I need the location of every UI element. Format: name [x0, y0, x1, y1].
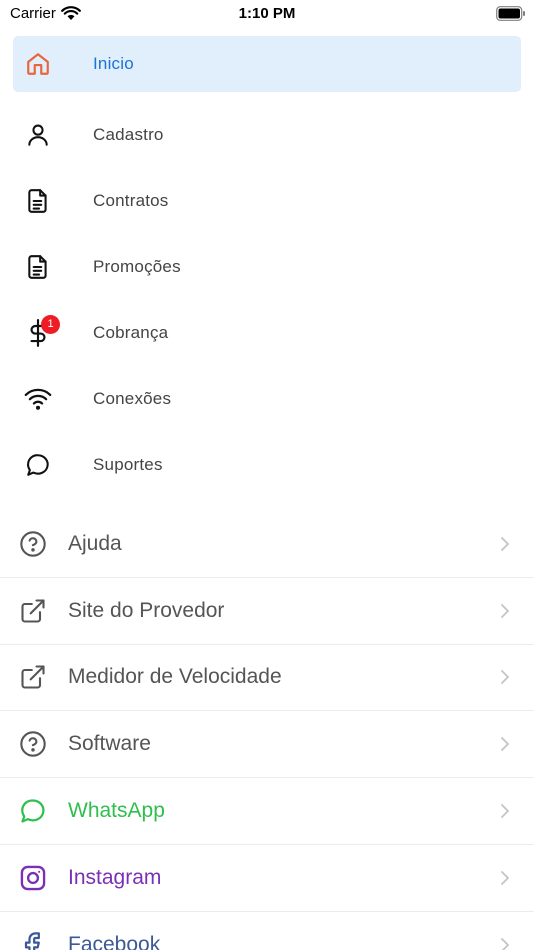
link-row-facebook[interactable]: Facebook — [0, 912, 534, 950]
menu-item-inicio[interactable]: Inicio — [13, 36, 521, 92]
user-icon — [23, 120, 53, 150]
facebook-icon — [18, 930, 48, 950]
menu-item-label: Conexões — [93, 389, 172, 408]
status-time: 1:10 PM — [238, 5, 296, 22]
menu-item-label: Cobrança — [93, 323, 169, 342]
help-circle-icon — [18, 529, 48, 559]
link-label: Facebook — [68, 932, 161, 950]
menu-item-contratos[interactable]: Contratos — [0, 168, 534, 234]
instagram-icon — [18, 863, 48, 893]
chat-icon — [23, 450, 53, 480]
whatsapp-icon — [18, 796, 48, 826]
status-bar: Carrier 1:10 PM — [0, 0, 534, 28]
menu-item-label: Inicio — [93, 54, 134, 73]
menu-item-cobranca[interactable]: 1 Cobrança — [0, 300, 534, 366]
side-menu: Inicio Cadastro Contratos Promoções 1 Co… — [0, 36, 534, 498]
external-link-icon — [18, 596, 48, 626]
menu-item-label: Promoções — [93, 257, 181, 276]
menu-item-promocoes[interactable]: Promoções — [0, 234, 534, 300]
link-label: Ajuda — [68, 531, 122, 555]
chevron-right-icon — [501, 937, 509, 950]
menu-item-label: Cadastro — [93, 125, 164, 144]
link-row-medidor-de-velocidade[interactable]: Medidor de Velocidade — [0, 645, 534, 712]
chevron-right-icon — [501, 603, 509, 618]
external-link-icon — [18, 662, 48, 692]
chevron-right-icon — [501, 670, 509, 685]
menu-item-conexoes[interactable]: Conexões — [0, 366, 534, 432]
link-row-whatsapp[interactable]: WhatsApp — [0, 778, 534, 845]
dollar-icon: 1 — [23, 315, 60, 348]
menu-item-label: Suportes — [93, 455, 163, 474]
chevron-right-icon — [501, 870, 509, 885]
home-icon — [23, 49, 53, 79]
link-row-instagram[interactable]: Instagram — [0, 845, 534, 912]
links-list: Ajuda Site do Provedor Medidor de Veloci… — [0, 511, 534, 950]
link-row-site-do-provedor[interactable]: Site do Provedor — [0, 578, 534, 645]
document-icon — [23, 186, 53, 216]
menu-item-label: Contratos — [93, 191, 169, 210]
chevron-right-icon — [501, 536, 509, 551]
chevron-right-icon — [501, 804, 509, 818]
link-label: Site do Provedor — [68, 598, 225, 622]
link-row-software[interactable]: Software — [0, 711, 534, 779]
chevron-right-icon — [501, 737, 509, 752]
link-label: Software — [68, 732, 151, 756]
notification-badge: 1 — [41, 315, 60, 334]
document-icon — [23, 252, 53, 282]
help-circle-icon — [18, 729, 48, 759]
menu-item-suportes[interactable]: Suportes — [0, 432, 534, 498]
battery-icon — [496, 6, 525, 21]
wifi-icon — [23, 384, 53, 414]
link-label: Instagram — [68, 865, 162, 889]
menu-item-cadastro[interactable]: Cadastro — [0, 102, 534, 168]
link-label: WhatsApp — [68, 799, 165, 823]
link-label: Medidor de Velocidade — [68, 665, 282, 689]
link-row-ajuda[interactable]: Ajuda — [0, 511, 534, 578]
